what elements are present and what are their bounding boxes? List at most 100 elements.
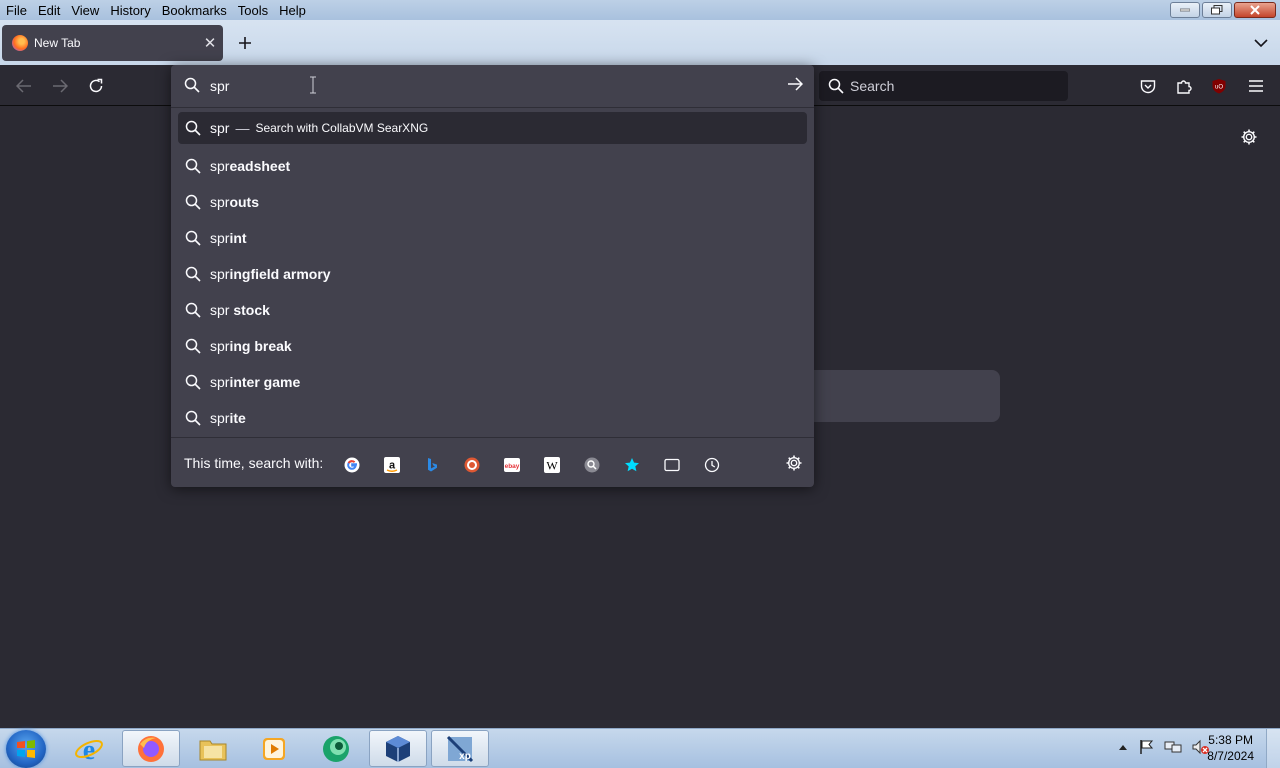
search-suggestion[interactable]: sprouts <box>178 184 807 220</box>
search-suggestion[interactable]: spr stock <box>178 292 807 328</box>
heuristic-separator: — <box>235 120 250 136</box>
heuristic-search-result[interactable]: spr — Search with CollabVM SearXNG <box>178 112 807 144</box>
taskbar-file-explorer[interactable] <box>184 730 242 767</box>
ebay-icon[interactable]: ebay <box>500 453 524 477</box>
svg-text:a: a <box>389 460 396 472</box>
one-off-search-bar: This time, search with: a ebay W <box>171 438 814 487</box>
google-icon[interactable] <box>340 453 364 477</box>
tab-new-tab[interactable]: New Tab ✕ <box>2 25 223 61</box>
searxng-icon[interactable] <box>580 453 604 477</box>
network-icon[interactable] <box>1164 739 1182 755</box>
taskbar-app-green[interactable] <box>307 730 365 767</box>
minimize-button[interactable] <box>1170 2 1200 18</box>
clock-date: 8/7/2024 <box>1207 749 1254 763</box>
new-tab-button[interactable] <box>234 32 256 54</box>
taskbar-internet-explorer[interactable]: e <box>60 730 118 767</box>
go-button[interactable] <box>787 77 804 96</box>
search-suggestion[interactable]: sprint <box>178 220 807 256</box>
bookmarks-icon[interactable] <box>620 453 644 477</box>
globe-app-icon <box>323 735 349 762</box>
menu-view[interactable]: View <box>65 3 104 18</box>
show-hidden-icons-icon[interactable] <box>1118 743 1128 751</box>
suggestion-list: spr — Search with CollabVM SearXNG sprea… <box>178 112 807 436</box>
menu-help[interactable]: Help <box>273 3 311 18</box>
amazon-icon[interactable]: a <box>380 453 404 477</box>
history-icon[interactable] <box>700 453 724 477</box>
taskbar-firefox[interactable] <box>122 730 180 767</box>
search-suggestion[interactable]: spring break <box>178 328 807 364</box>
urlbar-input-row[interactable]: spr <box>171 65 814 107</box>
puzzle-piece-icon <box>1177 80 1192 94</box>
arrow-right-icon <box>788 77 804 91</box>
suggestion-label: spreadsheet <box>210 158 291 174</box>
forward-button[interactable] <box>48 74 72 98</box>
app-menu-button[interactable] <box>1244 74 1268 98</box>
search-icon <box>185 120 203 136</box>
one-off-label: This time, search with: <box>184 454 324 471</box>
chevron-down-icon <box>1254 39 1268 48</box>
restore-button[interactable] <box>1202 2 1232 18</box>
gear-icon <box>1241 129 1257 145</box>
duckduckgo-icon[interactable] <box>460 453 484 477</box>
internet-explorer-icon: e <box>75 735 103 764</box>
search-suggestion[interactable]: sprite <box>178 400 807 436</box>
taskbar: e xp 5:38 PM 8/7/2024 <box>0 728 1280 768</box>
minimize-icon <box>1180 8 1190 12</box>
svg-text:e: e <box>83 735 95 764</box>
window-controls <box>1170 2 1276 18</box>
action-center-flag-icon[interactable] <box>1138 739 1154 755</box>
bing-icon[interactable] <box>420 453 444 477</box>
search-settings-button[interactable] <box>785 454 803 477</box>
close-tab-button[interactable]: ✕ <box>197 34 223 52</box>
extensions-button[interactable] <box>1172 74 1196 98</box>
menu-tools[interactable]: Tools <box>232 3 273 18</box>
menu-history[interactable]: History <box>104 3 155 18</box>
search-input[interactable] <box>850 78 1050 94</box>
search-icon <box>185 266 203 282</box>
urlbar-input[interactable]: spr <box>210 78 229 94</box>
gear-icon <box>786 455 802 471</box>
menu-bookmarks[interactable]: Bookmarks <box>156 3 232 18</box>
search-icon <box>185 230 203 246</box>
suggestion-label: springfield armory <box>210 266 331 282</box>
search-suggestion[interactable]: spreadsheet <box>178 148 807 184</box>
reload-button[interactable] <box>84 74 108 98</box>
ublock-origin-icon: uO <box>1212 79 1226 94</box>
taskbar-media-player[interactable] <box>245 730 303 767</box>
page-search-box[interactable] <box>813 370 1000 422</box>
taskbar-virtualbox[interactable] <box>369 730 427 767</box>
search-icon <box>185 302 203 318</box>
search-icon <box>185 338 203 354</box>
search-icon <box>185 410 203 426</box>
tabs-icon[interactable] <box>660 453 684 477</box>
start-button[interactable] <box>6 730 46 768</box>
menu-bar: File Edit View History Bookmarks Tools H… <box>0 0 1280 20</box>
virtualbox-icon <box>386 735 410 762</box>
pocket-button[interactable] <box>1136 74 1160 98</box>
windows-xp-vm-icon: xp <box>446 735 474 762</box>
svg-text:uO: uO <box>1215 85 1223 91</box>
clock[interactable]: 5:38 PM 8/7/2024 <box>1207 732 1254 764</box>
back-button[interactable] <box>12 74 36 98</box>
search-bar[interactable] <box>819 71 1068 101</box>
menu-file[interactable]: File <box>0 3 32 18</box>
wikipedia-icon[interactable]: W <box>540 453 564 477</box>
suggestion-label: sprinter game <box>210 374 301 390</box>
menu-edit[interactable]: Edit <box>32 3 65 18</box>
firefox-icon <box>138 735 164 762</box>
search-icon <box>185 194 203 210</box>
search-icon <box>184 77 200 98</box>
customize-page-button[interactable] <box>1240 128 1258 151</box>
taskbar-virtual-machine-xp[interactable]: xp <box>431 730 489 767</box>
show-desktop-button[interactable] <box>1266 729 1280 768</box>
close-window-button[interactable] <box>1234 2 1276 18</box>
ublock-button[interactable]: uO <box>1207 74 1231 98</box>
plus-icon <box>239 37 251 49</box>
forward-arrow-icon <box>53 79 68 93</box>
search-suggestion[interactable]: springfield armory <box>178 256 807 292</box>
search-suggestion[interactable]: sprinter game <box>178 364 807 400</box>
heuristic-action: Search with CollabVM SearXNG <box>255 121 429 135</box>
list-all-tabs-button[interactable] <box>1254 35 1268 53</box>
search-icon <box>185 158 203 174</box>
media-player-icon <box>263 737 285 760</box>
